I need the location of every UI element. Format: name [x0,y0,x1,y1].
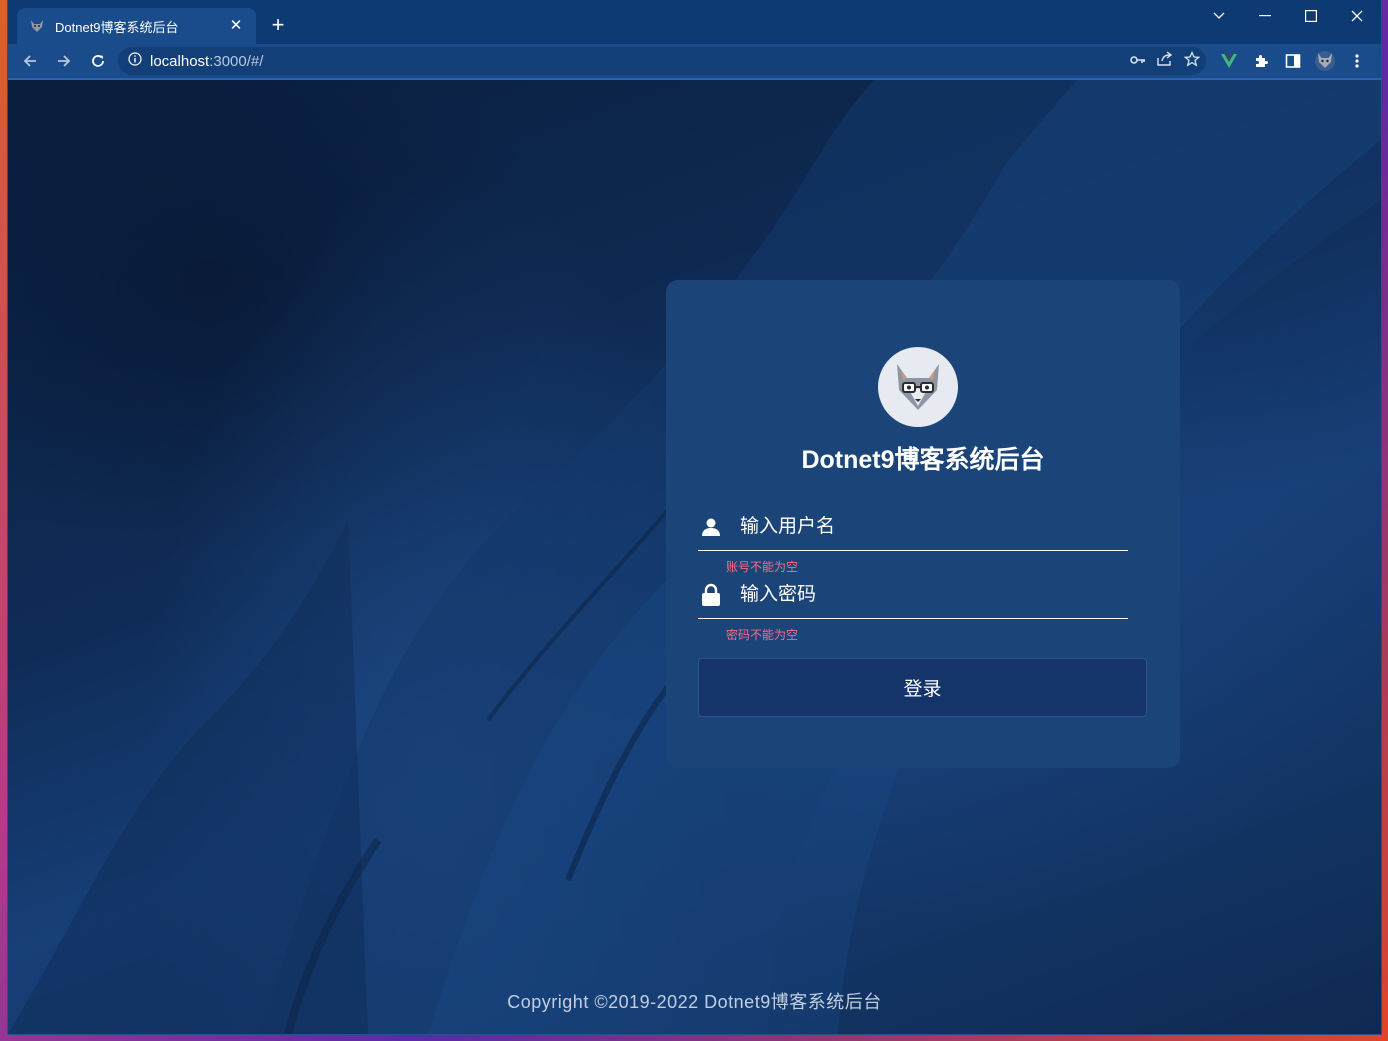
login-button[interactable]: 登录 [698,658,1147,717]
tab-title: Dotnet9博客系统后台 [55,19,179,35]
user-icon [700,516,722,538]
browser-menu-icon[interactable] [1344,48,1370,74]
username-input[interactable] [740,506,1128,547]
browser-window: Dotnet9博客系统后台 ✕ + localhost:3000/#/ Dotn… [8,0,1381,1034]
reload-icon[interactable] [82,47,114,75]
new-tab-button[interactable]: + [266,13,290,37]
wolf-avatar [878,347,958,427]
side-panel-icon[interactable] [1280,48,1306,74]
minimize-button[interactable] [1242,0,1288,32]
address-bar[interactable]: localhost:3000/#/ [118,47,1206,75]
share-icon[interactable] [1156,50,1174,72]
username-field [698,503,1128,551]
copyright-footer: Copyright ©2019-2022 Dotnet9博客系统后台 [507,992,882,1012]
forward-arrow-icon[interactable] [48,47,80,75]
extensions-puzzle-icon[interactable] [1248,48,1274,74]
maximize-button[interactable] [1288,0,1334,32]
vue-devtools-icon[interactable] [1216,48,1242,74]
bookmark-star-icon[interactable] [1183,50,1201,72]
lock-icon [700,583,722,606]
profile-avatar-icon[interactable] [1312,48,1338,74]
site-info-icon[interactable] [128,51,142,71]
key-icon[interactable] [1130,52,1146,70]
close-window-button[interactable] [1334,0,1380,32]
browser-tab[interactable]: Dotnet9博客系统后台 ✕ [17,8,256,44]
url-text[interactable]: localhost:3000/#/ [150,53,263,70]
extensions-area [1216,44,1370,78]
omnibox-actions [1130,47,1201,75]
password-field [698,571,1128,619]
login-title: Dotnet9博客系统后台 [801,446,1045,474]
tab-search-icon[interactable] [1196,0,1242,32]
back-arrow-icon[interactable] [14,47,46,75]
login-page: Dotnet9博客系统后台 账号不能为空 密码不能为空 登录 Copyright… [8,80,1381,1034]
password-input[interactable] [740,574,1128,615]
tab-strip: Dotnet9博客系统后台 ✕ + [8,0,1381,44]
browser-toolbar: localhost:3000/#/ [8,44,1381,78]
login-card: Dotnet9博客系统后台 账号不能为空 密码不能为空 登录 [666,280,1180,768]
password-error: 密码不能为空 [726,628,799,642]
url-host: localhost [150,52,210,70]
url-path: :3000/#/ [209,52,264,70]
tab-close-icon[interactable]: ✕ [228,18,244,34]
wolf-logo-icon [897,364,939,410]
wolf-favicon-icon [29,18,45,34]
